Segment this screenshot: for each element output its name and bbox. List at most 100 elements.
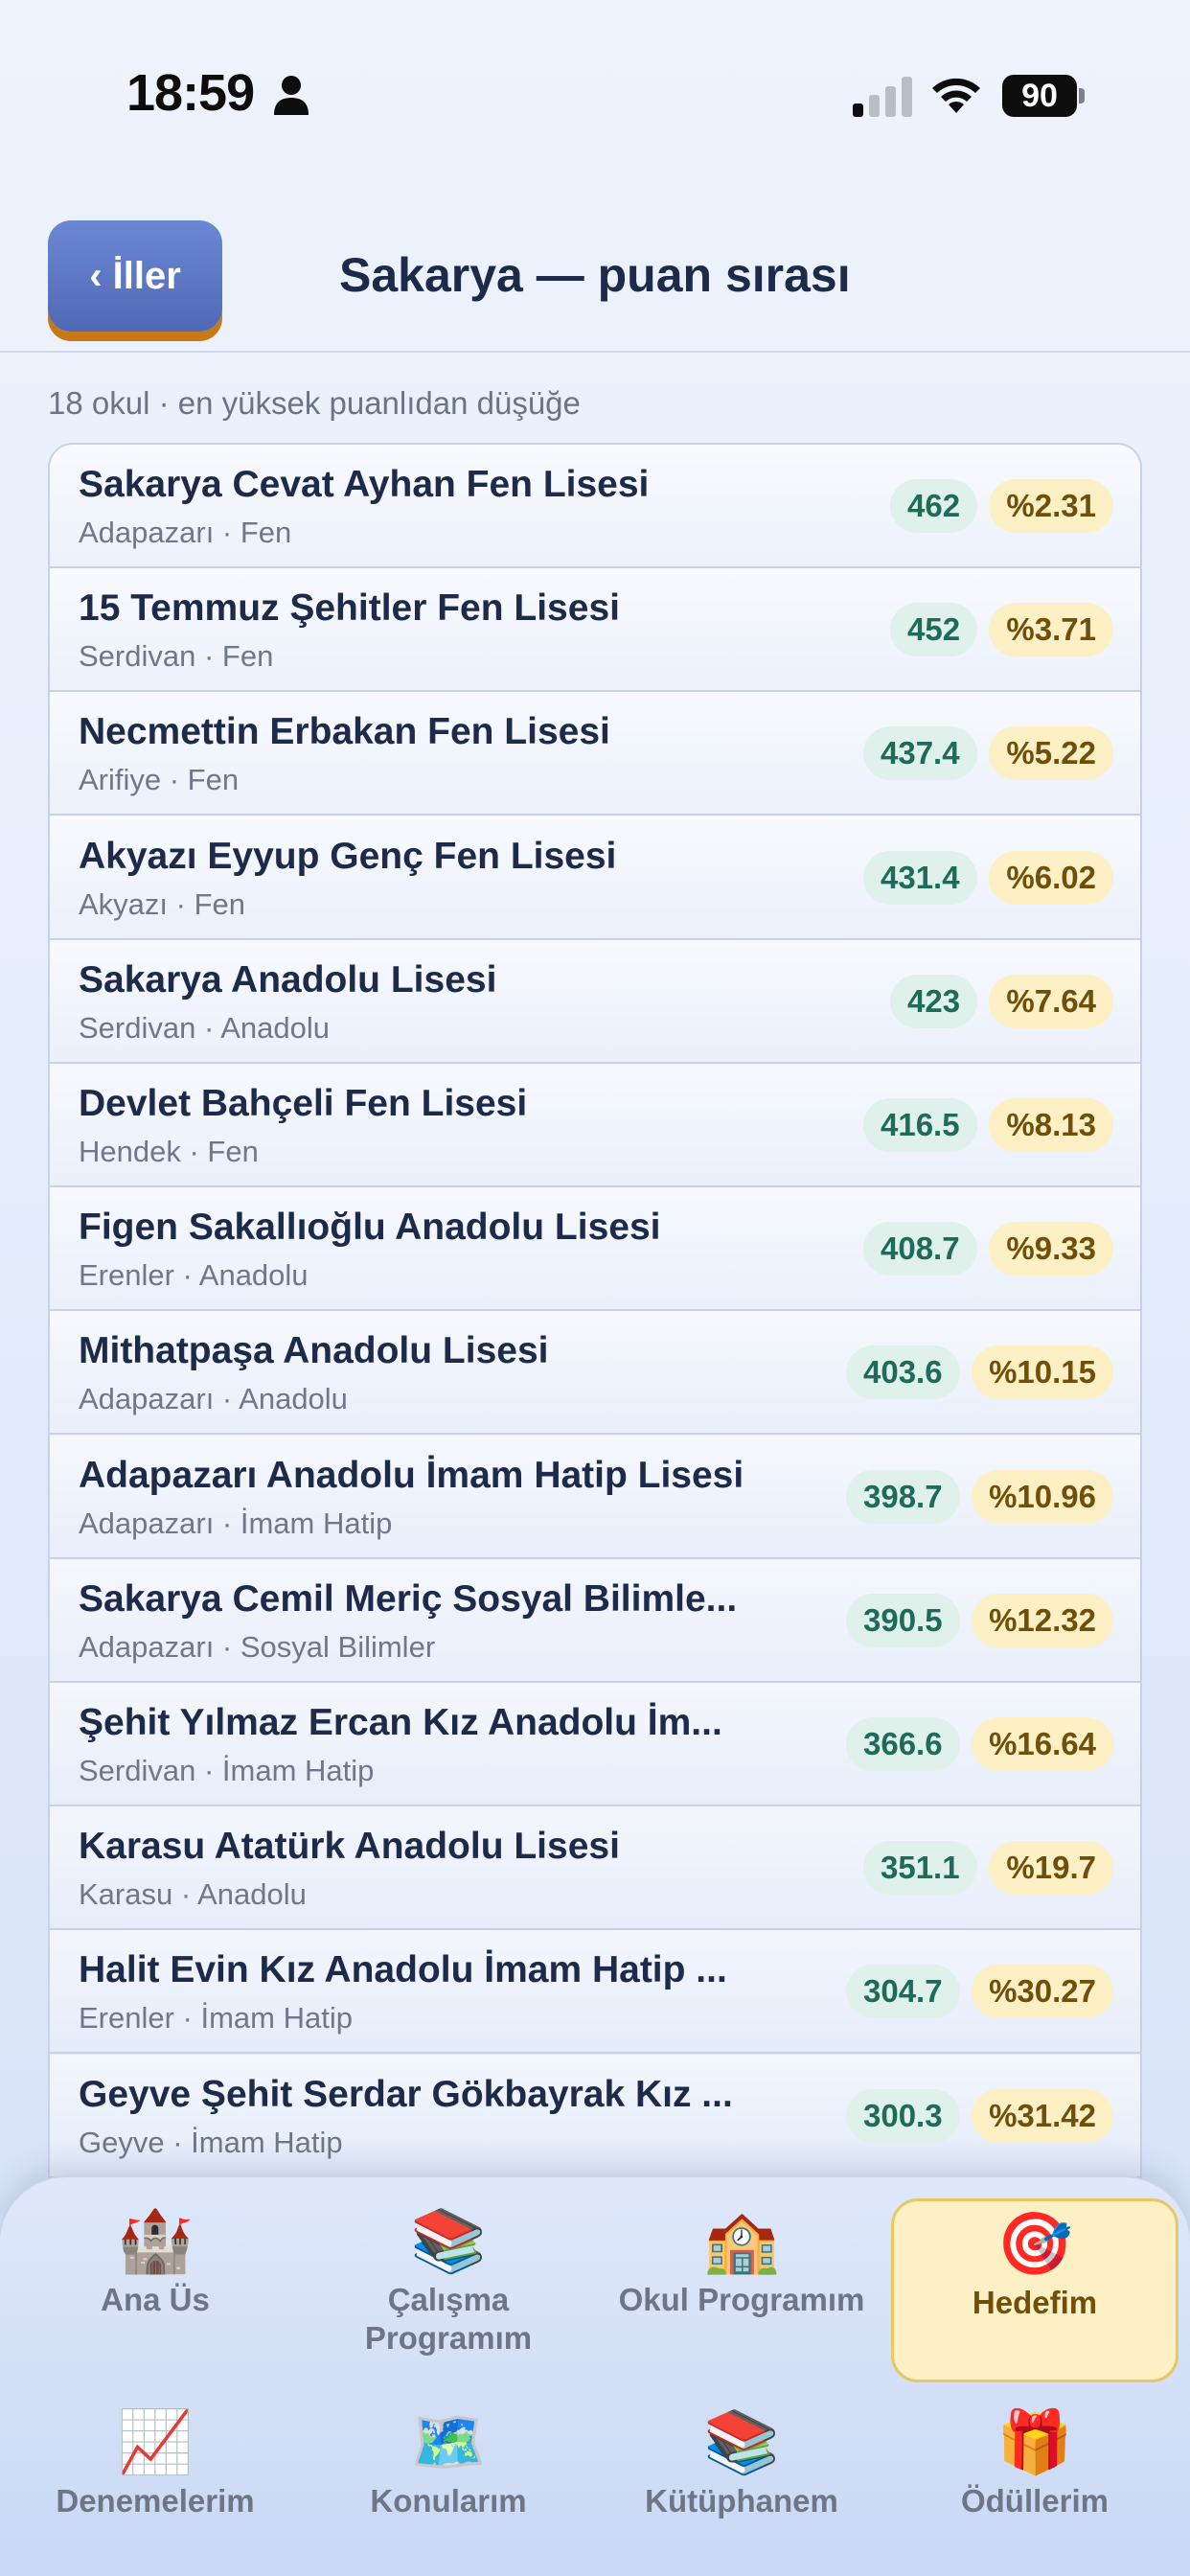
score-badge: 366.6 [846,1717,960,1771]
score-badge: 452 [890,603,978,657]
school-name: Adapazarı Anadolu İmam Hatip Lisesi [79,1454,744,1496]
nav-item-2[interactable]: 🏫 Okul Programım [598,2206,885,2319]
battery-level: 90 [1021,78,1058,114]
school-row[interactable]: Necmettin Erbakan Fen Lisesi Arifiye · Fe… [50,692,1140,816]
school-list[interactable]: Sakarya Cevat Ayhan Fen Lisesi Adapazarı … [48,443,1142,2187]
page-title: Sakarya — puan sırası [339,248,851,302]
school-row[interactable]: Akyazı Eyyup Genç Fen Lisesi Akyazı · Fen… [50,816,1140,940]
school-name: Akyazı Eyyup Genç Fen Lisesi [79,835,617,877]
school-icon: 🏫 [703,2206,780,2275]
nav-item-7[interactable]: 🎁 Ödüllerim [891,2407,1179,2520]
percentile-badge: %8.13 [989,1098,1113,1152]
list-summary: 18 okul · en yüksek puanlıdan düşüğe [48,385,581,421]
nav-item-1[interactable]: 📚 Çalışma Programım [305,2206,592,2358]
nav-item-4[interactable]: 📈 Denemelerim [11,2407,299,2520]
school-district-type: Erenler · İmam Hatip [79,2001,353,2036]
person-icon [274,76,309,115]
nav-label: Ödüllerim [960,2483,1110,2518]
percentile-badge: %16.64 [972,1717,1113,1771]
school-name: Sakarya Anadolu Lisesi [79,958,497,1000]
percentile-badge: %6.02 [989,850,1113,905]
school-district-type: Erenler · Anadolu [79,1258,309,1293]
school-name: Mithatpaşa Anadolu Lisesi [79,1330,549,1372]
school-row[interactable]: Şehit Yılmaz Ercan Kız Anadolu İm... Serd… [50,1683,1140,1806]
school-name: Devlet Bahçeli Fen Lisesi [79,1083,528,1124]
score-badge: 398.7 [846,1469,960,1524]
score-badge: 304.7 [846,1965,960,2019]
percentile-badge: %12.32 [972,1593,1113,1647]
school-name: Necmettin Erbakan Fen Lisesi [79,711,610,753]
school-row[interactable]: Devlet Bahçeli Fen Lisesi Hendek · Fen %8.… [50,1064,1140,1187]
score-badge: 408.7 [863,1222,977,1276]
score-badge: 462 [890,479,978,533]
gift-icon: 🎁 [996,2407,1073,2476]
percentile-badge: %10.15 [972,1346,1113,1400]
percentile-badge: %3.71 [989,603,1113,657]
school-row[interactable]: Sakarya Cevat Ayhan Fen Lisesi Adapazarı … [50,445,1140,568]
status-time: 18:59 [126,64,255,122]
nav-label: Çalışma Programım [364,2282,533,2356]
nav-label: Okul Programım [618,2282,865,2317]
score-badge: 423 [890,974,978,1028]
nav-item-0[interactable]: 🏰 Ana Üs [11,2206,299,2319]
school-district-type: Arifiye · Fen [79,763,240,797]
score-badge: 403.6 [846,1346,960,1400]
nav-item-6[interactable]: 📚 Kütüphanem [598,2407,885,2520]
school-row[interactable]: Karasu Atatürk Anadolu Lisesi Karasu · An… [50,1806,1140,1931]
school-district-type: Karasu · Anadolu [79,1877,307,1912]
school-row[interactable]: Adapazarı Anadolu İmam Hatip Lisesi Adapa… [50,1435,1140,1559]
school-district-type: Geyve · İmam Hatip [79,2125,343,2159]
school-row[interactable]: Sakarya Anadolu Lisesi Serdivan · Anadolu… [50,939,1140,1064]
signal-icon [853,77,912,117]
school-row[interactable]: Figen Sakallıoğlu Anadolu Lisesi Erenler … [50,1187,1140,1312]
score-badge: 437.4 [863,726,977,781]
school-name: Sakarya Cemil Meriç Sosyal Bilimle... [79,1577,738,1620]
map-icon: 🗺️ [410,2407,487,2476]
school-row[interactable]: Sakarya Cemil Meriç Sosyal Bilimle... Ada… [50,1558,1140,1683]
school-name: Halit Evin Kız Anadolu İmam Hatip ... [79,1949,727,1991]
nav-label: Ana Üs [101,2282,210,2317]
score-badge: 431.4 [863,850,977,905]
school-district-type: Adapazarı · Fen [79,516,292,549]
school-district-type: Akyazı · Fen [79,886,245,921]
books-icon: 📚 [410,2206,487,2275]
score-badge: 390.5 [846,1593,960,1647]
percentile-badge: %31.42 [972,2088,1113,2143]
school-name: 15 Temmuz Şehitler Fen Lisesi [79,587,620,630]
bottom-nav: 🏰 Ana Üs 📚 Çalışma Programım 🏫 Okul Programım… [0,2175,1190,2576]
target-icon: 🎯 [996,2209,1073,2278]
castle-icon: 🏰 [117,2206,194,2275]
school-name: Figen Sakallıoğlu Anadolu Lisesi [79,1207,661,1249]
nav-label: Hedefim [972,2285,1098,2320]
school-name: Sakarya Cevat Ayhan Fen Lisesi [79,464,650,505]
school-district-type: Hendek · Fen [79,1135,259,1168]
school-district-type: Serdivan · Fen [79,639,274,674]
percentile-badge: %10.96 [972,1469,1113,1524]
school-row[interactable]: 15 Temmuz Şehitler Fen Lisesi Serdivan · … [50,568,1140,693]
nav-label: Kütüphanem [645,2483,838,2518]
battery-icon: 90 [1002,75,1085,117]
school-row[interactable]: Mithatpaşa Anadolu Lisesi Adapazarı · Ana… [50,1311,1140,1436]
nav-item-3[interactable]: 🎯 Hedefim [891,2198,1179,2382]
percentile-badge: %30.27 [972,1965,1113,2019]
school-district-type: Serdivan · Anadolu [79,1010,330,1045]
chart-icon: 📈 [117,2407,194,2476]
nav-label: Konularım [370,2483,527,2518]
school-row[interactable]: Geyve Şehit Serdar Gökbayrak Kız ... Geyv… [50,2054,1140,2178]
percentile-badge: %5.22 [989,726,1113,781]
school-district-type: Serdivan · İmam Hatip [79,1754,375,1787]
score-badge: 416.5 [863,1098,977,1152]
percentile-badge: %9.33 [989,1222,1113,1276]
school-row[interactable]: Halit Evin Kız Anadolu İmam Hatip ... Ere… [50,1930,1140,2055]
school-name: Geyve Şehit Serdar Gökbayrak Kız ... [79,2073,733,2115]
nav-item-5[interactable]: 🗺️ Konularım [305,2407,592,2520]
school-district-type: Adapazarı · Anadolu [79,1382,348,1416]
back-button[interactable]: ‹ İller [48,220,222,332]
percentile-badge: %2.31 [989,479,1113,533]
percentile-badge: %7.64 [989,974,1113,1028]
library-icon: 📚 [703,2407,780,2476]
school-name: Şehit Yılmaz Ercan Kız Anadolu İm... [79,1702,722,1743]
score-badge: 300.3 [846,2088,960,2143]
school-district-type: Adapazarı · Sosyal Bilimler [79,1629,436,1664]
percentile-badge: %19.7 [989,1841,1113,1896]
